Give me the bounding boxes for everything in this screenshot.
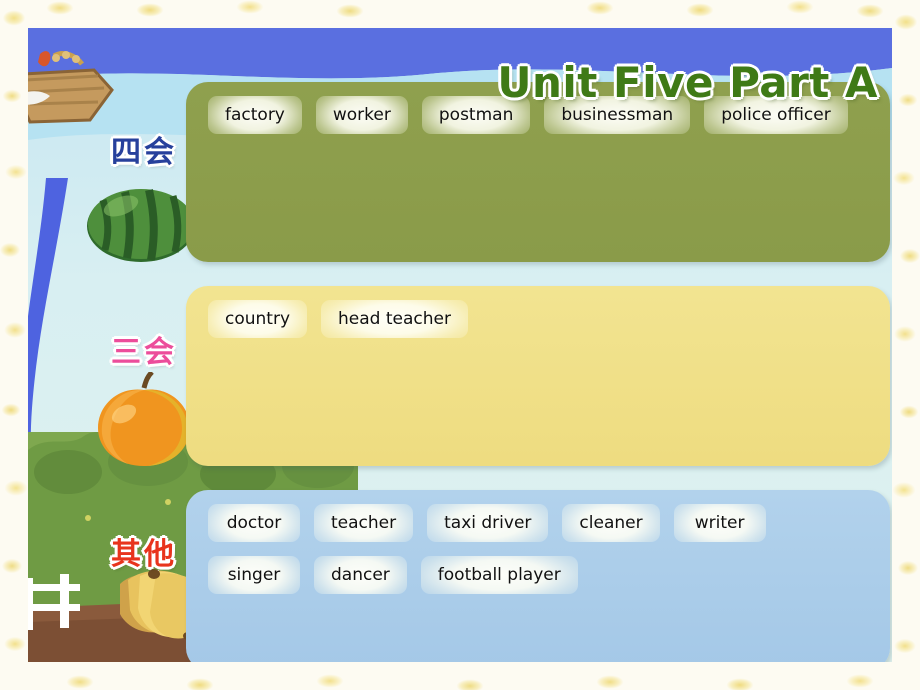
word-card[interactable]: doctor (208, 504, 300, 542)
slide-canvas: 四会 三会 其他 factory worker postman business… (28, 28, 892, 662)
wooden-basket-icon (28, 51, 114, 124)
word-row: singer dancer football player (208, 556, 578, 594)
word-row: country head teacher (208, 300, 468, 338)
word-card-label: football player (437, 565, 561, 585)
word-card-label: dancer (331, 565, 390, 585)
word-card[interactable]: worker (315, 96, 408, 134)
panel-qi-ta: doctor teacher taxi driver cleaner write… (186, 490, 890, 662)
word-card[interactable]: cleaner (562, 504, 660, 542)
word-card-label: country (225, 309, 291, 329)
word-card[interactable]: dancer (314, 556, 407, 594)
word-card-label: taxi driver (444, 513, 532, 533)
slide-floral-border: 四会 三会 其他 factory worker postman business… (0, 0, 920, 690)
word-card-label: singer (227, 565, 281, 585)
word-card[interactable]: head teacher (321, 300, 468, 338)
word-card[interactable]: football player (420, 556, 578, 594)
word-card-label: teacher (331, 513, 397, 533)
word-card[interactable]: singer (208, 556, 300, 594)
word-card-label: cleaner (579, 513, 643, 533)
word-card-label: head teacher (338, 309, 451, 329)
page-title: Unit Five Part A (497, 58, 878, 107)
panel-san-hui: country head teacher (186, 286, 890, 466)
word-card-label: police officer (721, 105, 831, 125)
word-card-label: factory (225, 105, 285, 125)
word-card[interactable]: teacher (314, 504, 414, 542)
word-card[interactable]: taxi driver (427, 504, 549, 542)
word-card[interactable]: country (208, 300, 308, 338)
word-row: doctor teacher taxi driver cleaner write… (208, 504, 766, 542)
word-card[interactable]: writer (673, 504, 766, 542)
word-card[interactable]: factory (208, 96, 302, 134)
word-card-label: businessman (561, 105, 674, 125)
word-card-label: writer (694, 513, 745, 533)
apple-icon (98, 370, 190, 466)
word-card-label: doctor (226, 513, 282, 533)
word-card-label: postman (438, 105, 514, 125)
word-card-label: worker (332, 105, 391, 125)
